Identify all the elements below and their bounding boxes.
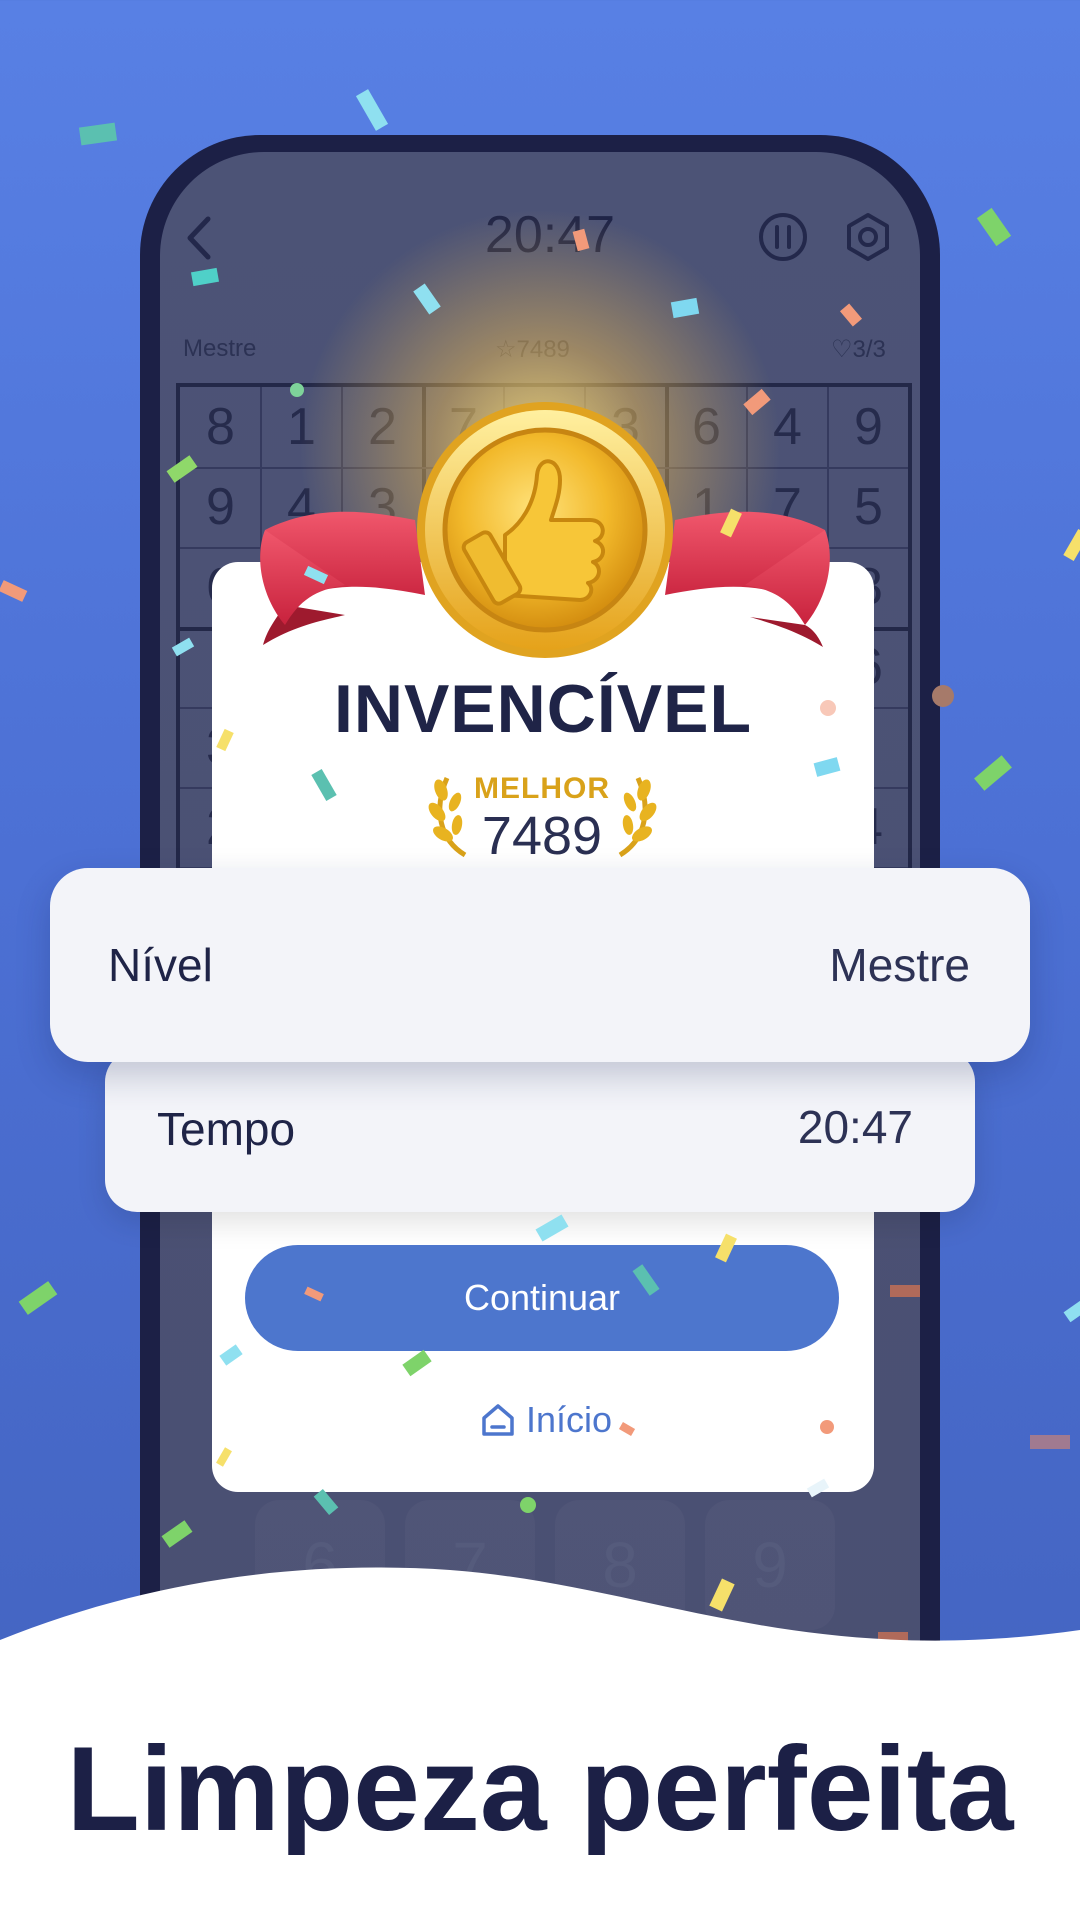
thumbs-up-medal-icon (260, 402, 830, 658)
home-label: Início (526, 1399, 613, 1440)
confetti-piece (520, 1497, 536, 1513)
level-row: Nível Mestre (50, 868, 1030, 1062)
confetti-piece (890, 1285, 920, 1297)
best-score-value: 7489 (481, 806, 603, 866)
confetti-piece (932, 685, 954, 707)
confetti-piece (1063, 529, 1080, 561)
confetti-piece (355, 89, 389, 131)
board-cell[interactable]: 5 (828, 467, 909, 547)
board-cell[interactable]: 9 (180, 467, 261, 547)
board-cell[interactable]: 9 (828, 387, 909, 467)
difficulty-label: Mestre (183, 335, 257, 362)
confetti-piece (78, 122, 118, 146)
confetti-piece (0, 580, 28, 602)
level-label: Nível (108, 939, 213, 991)
lives-value: 3/3 (852, 336, 886, 363)
board-cell[interactable]: 8 (180, 387, 261, 467)
home-icon (482, 1404, 514, 1436)
best-score-label: MELHOR (474, 772, 610, 805)
continue-button[interactable]: Continuar (245, 1245, 839, 1351)
pause-icon[interactable] (758, 212, 808, 262)
confetti-piece (974, 755, 1012, 791)
confetti-piece (820, 700, 836, 716)
lives-display: ♡3/3 (831, 335, 886, 364)
back-chevron-icon[interactable] (180, 213, 220, 263)
level-value: Mestre (829, 939, 970, 991)
confetti-piece (820, 1420, 834, 1434)
time-row: Tempo 20:47 (105, 1050, 975, 1212)
confetti-piece (290, 383, 304, 397)
confetti-piece (1063, 1299, 1080, 1323)
heart-icon: ♡ (831, 336, 853, 363)
home-button[interactable]: Início (480, 1395, 680, 1445)
confetti-piece (18, 1281, 58, 1315)
settings-gear-icon[interactable] (843, 212, 893, 262)
confetti-piece (1030, 1435, 1070, 1449)
headline: Limpeza perfeita (66, 1722, 1014, 1856)
time-label: Tempo (157, 1103, 296, 1155)
achievement-title: INVENCÍVEL (333, 671, 753, 747)
time-value: 20:47 (797, 1101, 913, 1153)
confetti-piece (976, 207, 1012, 247)
